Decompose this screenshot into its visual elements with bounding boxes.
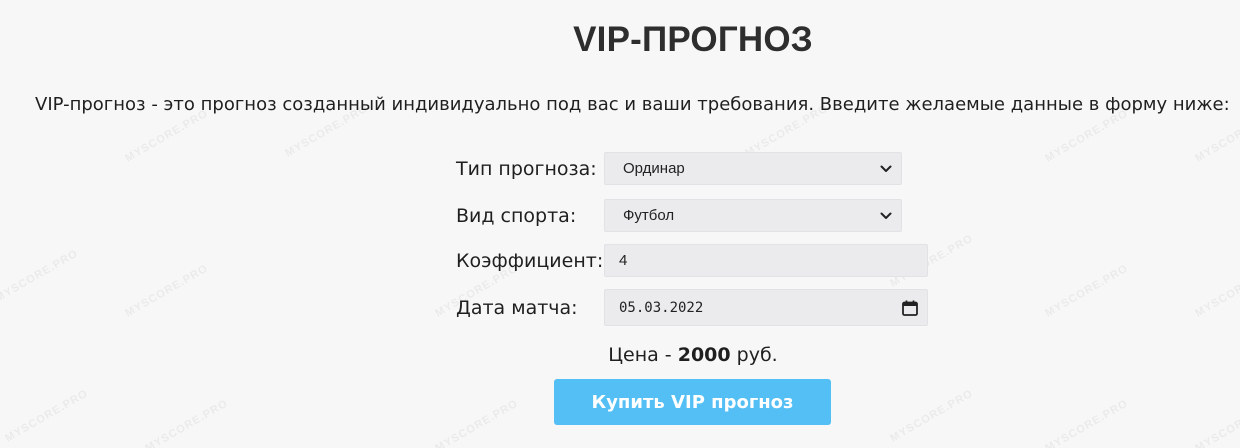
coefficient-row: Коэффициент: 4 (456, 244, 928, 277)
sport-label: Вид спорта: (456, 204, 577, 227)
watermark: MYSCORE.PRO (0, 247, 81, 305)
watermark: MYSCORE.PRO (1043, 107, 1131, 165)
price-suffix: руб. (730, 344, 778, 366)
sport-select[interactable]: Футбол (604, 199, 902, 232)
buy-vip-button[interactable]: Купить VIP прогноз (554, 379, 831, 425)
forecast-type-value: Ординар (623, 160, 685, 177)
forecast-type-label: Тип прогноза: (456, 157, 597, 180)
coefficient-value: 4 (619, 252, 628, 269)
watermark: MYSCORE.PRO (1193, 107, 1240, 165)
coefficient-label: Коэффициент: (456, 249, 604, 272)
watermark: MYSCORE.PRO (123, 107, 211, 165)
forecast-type-row: Тип прогноза: Ординар (456, 152, 902, 185)
watermark: MYSCORE.PRO (1043, 262, 1131, 320)
watermark: MYSCORE.PRO (143, 397, 231, 448)
chevron-down-icon (880, 165, 892, 172)
watermark: MYSCORE.PRO (1043, 397, 1131, 448)
watermark: MYSCORE.PRO (1193, 397, 1240, 448)
chevron-down-icon (880, 212, 892, 219)
match-date-row: Дата матча: 05.03.2022 (456, 289, 928, 326)
watermark: MYSCORE.PRO (1193, 262, 1240, 320)
watermark: MYSCORE.PRO (888, 387, 976, 445)
watermark: MYSCORE.PRO (433, 397, 521, 448)
price-text: Цена - 2000 руб. (0, 344, 1240, 366)
coefficient-input[interactable]: 4 (604, 244, 928, 277)
match-date-label: Дата матча: (456, 296, 578, 319)
watermark: MYSCORE.PRO (123, 262, 211, 320)
price-prefix: Цена - (608, 344, 678, 366)
page-title: VIP-ПРОГНОЗ (573, 20, 813, 59)
vip-forecast-page: MYSCORE.PRO MYSCORE.PRO MYSCORE.PRO MYSC… (0, 0, 1240, 448)
sport-row: Вид спорта: Футбол (456, 199, 902, 232)
match-date-input[interactable]: 05.03.2022 (604, 289, 928, 326)
intro-text: VIP-прогноз - это прогноз созданный инди… (35, 94, 1230, 115)
price-amount: 2000 (677, 344, 731, 366)
forecast-type-select[interactable]: Ординар (604, 152, 902, 185)
calendar-icon[interactable] (901, 299, 919, 317)
match-date-value: 05.03.2022 (619, 299, 704, 316)
watermark: MYSCORE.PRO (3, 387, 91, 445)
sport-value: Футбол (623, 207, 675, 224)
